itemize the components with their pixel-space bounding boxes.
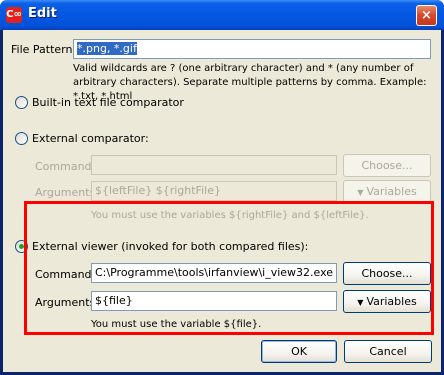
ok-button[interactable]: OK [261, 340, 337, 363]
external-comparator-radio[interactable] [15, 132, 28, 145]
file-pattern-label: File Pattern: [11, 43, 77, 56]
window-title: Edit [28, 6, 57, 21]
external-comparator-label: External comparator: [32, 132, 149, 145]
dropdown-triangle-icon: ▼ [357, 188, 364, 197]
comparator-choose-button[interactable]: Choose... [343, 154, 431, 177]
file-pattern-value: *.png, *.gif [77, 42, 137, 55]
comparator-variables-button[interactable]: ▼ Variables [343, 180, 431, 203]
comparator-command-label: Command: [35, 160, 96, 173]
edit-dialog: C∞ Edit × File Pattern: *.png, *.gif Val… [0, 0, 444, 375]
builtin-radio[interactable] [15, 96, 28, 109]
app-icon-glyph: C∞ [6, 9, 22, 20]
comparator-variables-label: Variables [366, 185, 417, 198]
builtin-label: Built-in text file comparator [32, 96, 184, 109]
file-pattern-input[interactable]: *.png, *.gif [73, 39, 431, 59]
comparator-arguments-label: Arguments: [35, 186, 100, 199]
comparator-command-input[interactable] [91, 155, 337, 175]
highlight-annotation [24, 201, 434, 335]
app-icon: C∞ [6, 7, 22, 23]
title-bar[interactable]: C∞ Edit × [0, 0, 444, 30]
close-icon[interactable]: × [416, 5, 437, 26]
cancel-button[interactable]: Cancel [344, 340, 432, 363]
comparator-arguments-input[interactable]: ${leftFile} ${rightFile} [91, 181, 337, 201]
